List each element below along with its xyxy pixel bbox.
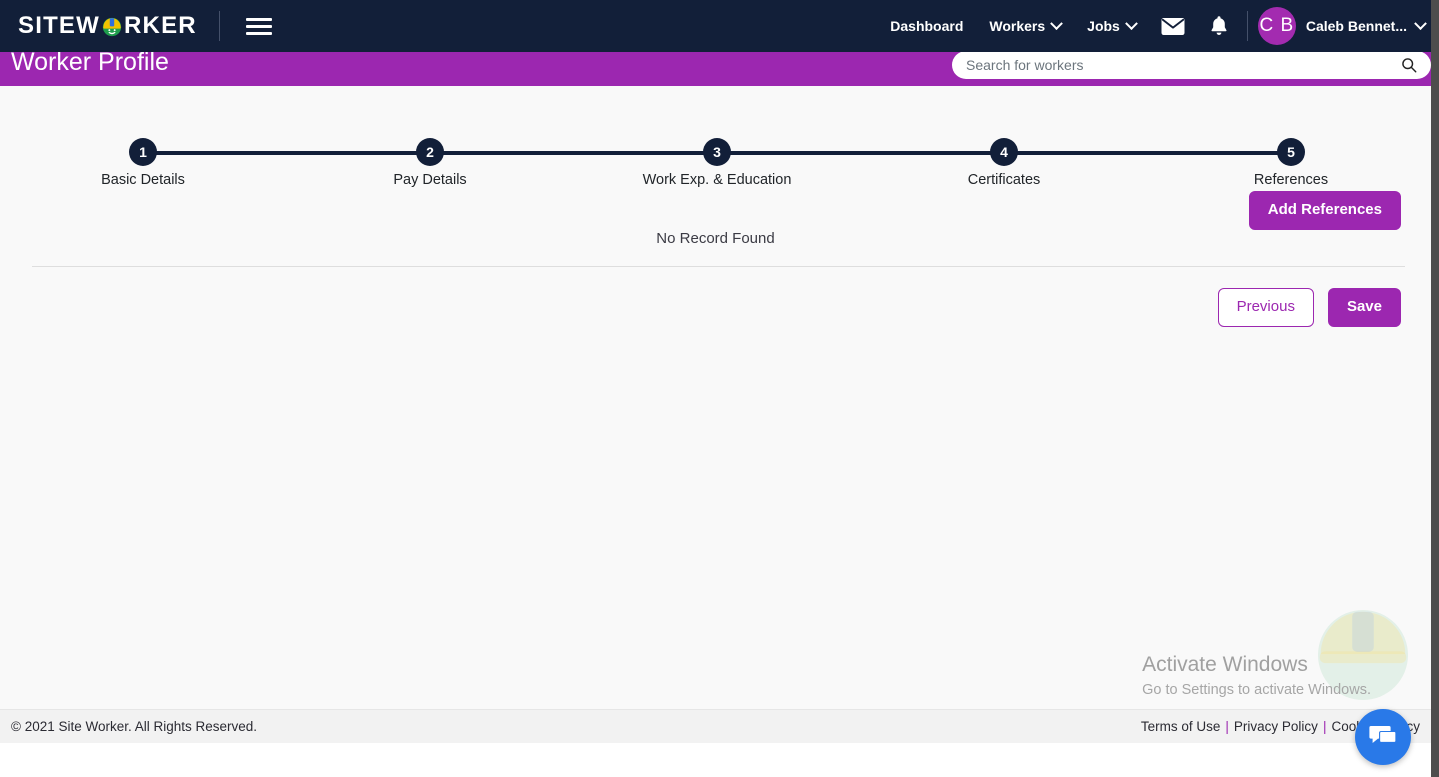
stepper-step-references[interactable]: 5 References xyxy=(1201,138,1381,188)
watermark-title: Activate Windows xyxy=(1142,653,1308,676)
search-icon[interactable] xyxy=(1401,57,1417,73)
footer-link-privacy-policy[interactable]: Privacy Policy xyxy=(1234,719,1318,734)
messages-button[interactable] xyxy=(1149,17,1197,36)
hamburger-line-3 xyxy=(245,31,272,35)
stepper-step-number: 2 xyxy=(416,138,444,166)
navbar-right-group: Dashboard Workers Jobs C B Caleb Bennet.… xyxy=(877,0,1439,52)
search-bar[interactable] xyxy=(952,51,1431,79)
main-content: 1 Basic Details 2 Pay Details 3 Work Exp… xyxy=(0,86,1431,743)
stepper-step-number: 3 xyxy=(703,138,731,166)
brand-text-first: SITEW xyxy=(18,12,100,39)
hard-hat-worker-icon xyxy=(101,16,123,38)
user-menu-label: Caleb Bennet... xyxy=(1305,18,1407,34)
vertical-scrollbar[interactable] xyxy=(1431,0,1439,777)
avatar[interactable]: C B xyxy=(1257,7,1296,45)
chat-widget-button[interactable] xyxy=(1355,709,1411,765)
nav-item-jobs-label: Jobs xyxy=(1087,18,1120,34)
add-references-row: Add References xyxy=(1248,191,1401,230)
footer-link-terms-of-use[interactable]: Terms of Use xyxy=(1141,719,1221,734)
stepper-step-basic-details[interactable]: 1 Basic Details xyxy=(53,138,233,188)
copyright-text: © 2021 Site Worker. All Rights Reserved. xyxy=(11,719,258,734)
activate-windows-watermark: Activate Windows Go to Settings to activ… xyxy=(1142,651,1371,701)
page-footer: © 2021 Site Worker. All Rights Reserved.… xyxy=(0,709,1431,743)
stepper-step-pay-details[interactable]: 2 Pay Details xyxy=(340,138,520,188)
brand-text-last: RKER xyxy=(124,12,197,39)
notifications-button[interactable] xyxy=(1197,15,1241,37)
save-button[interactable]: Save xyxy=(1327,288,1401,327)
stepper-step-label: Certificates xyxy=(967,172,1041,188)
stepper-step-label: Work Exp. & Education xyxy=(642,172,792,188)
nav-item-workers-label: Workers xyxy=(989,18,1046,34)
stepper-step-work-exp-education[interactable]: 3 Work Exp. & Education xyxy=(627,138,807,188)
stepper-step-number: 4 xyxy=(990,138,1018,166)
stepper-step-label: References xyxy=(1253,172,1329,188)
chevron-down-icon xyxy=(1124,16,1138,30)
watermark-subtitle: Go to Settings to activate Windows. xyxy=(1142,682,1371,698)
stepper-step-label: Basic Details xyxy=(101,172,185,188)
wizard-stepper: 1 Basic Details 2 Pay Details 3 Work Exp… xyxy=(0,112,1431,188)
navbar-divider xyxy=(218,11,220,41)
chat-bubble-icon xyxy=(1369,726,1397,743)
footer-separator: | xyxy=(1322,719,1327,734)
hamburger-line-2 xyxy=(245,24,272,28)
footer-separator: | xyxy=(1225,719,1229,734)
nav-item-workers[interactable]: Workers xyxy=(976,16,1074,34)
hamburger-menu-icon[interactable] xyxy=(245,13,272,39)
stepper-step-certificates[interactable]: 4 Certificates xyxy=(914,138,1094,188)
brand-wordmark: SITEW RKER xyxy=(18,14,197,38)
hamburger-line-1 xyxy=(245,17,272,21)
bell-icon xyxy=(1211,16,1227,35)
search-input[interactable] xyxy=(966,57,1401,73)
stepper-step-number: 5 xyxy=(1277,138,1305,166)
chevron-down-icon xyxy=(1414,16,1427,30)
envelope-icon xyxy=(1161,17,1185,35)
nav-item-dashboard[interactable]: Dashboard xyxy=(877,18,976,34)
content-divider xyxy=(32,266,1405,267)
chevron-down-icon xyxy=(1050,16,1064,30)
stepper-step-number: 1 xyxy=(129,138,157,166)
top-navbar: SITEW RKER Dashboard Workers Jobs C B Ca… xyxy=(0,0,1439,52)
add-references-button[interactable]: Add References xyxy=(1248,191,1401,230)
user-menu[interactable]: Caleb Bennet... xyxy=(1305,16,1427,34)
nav-item-jobs[interactable]: Jobs xyxy=(1074,16,1149,34)
stepper-step-label: Pay Details xyxy=(393,172,467,188)
navbar-separator xyxy=(1246,11,1248,41)
brand-logo[interactable]: SITEW RKER xyxy=(18,0,197,52)
wizard-nav-buttons: Previous Save xyxy=(1217,288,1401,327)
previous-button[interactable]: Previous xyxy=(1217,288,1314,327)
nav-item-dashboard-label: Dashboard xyxy=(890,18,964,34)
empty-state-message: No Record Found xyxy=(656,230,775,247)
